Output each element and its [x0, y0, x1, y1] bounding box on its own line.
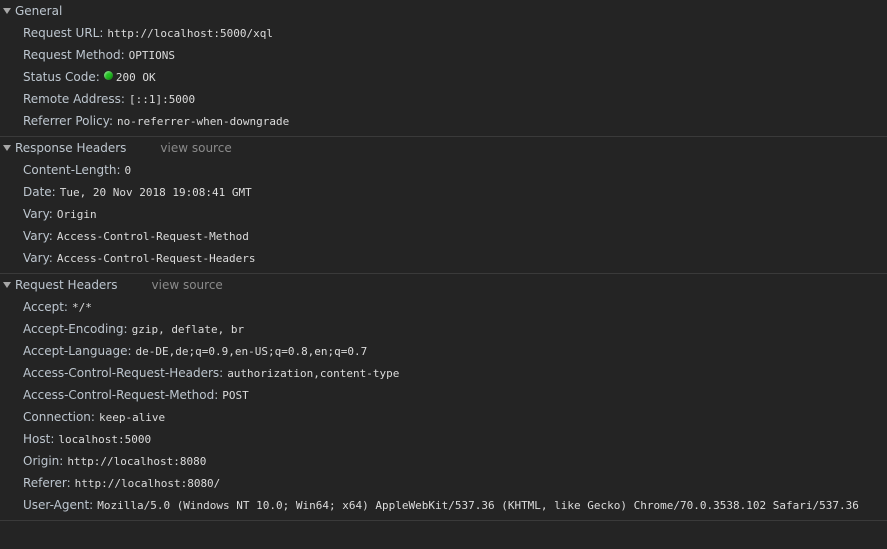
general-row: Request URL: http://localhost:5000/xql — [0, 22, 887, 44]
header-value: http://localhost:8080/ — [74, 477, 221, 490]
header-name: Access-Control-Request-Method: — [23, 388, 219, 402]
header-value: Mozilla/5.0 (Windows NT 10.0; Win64; x64… — [97, 499, 859, 512]
response-header-row: Vary: Access-Control-Request-Headers — [0, 247, 887, 269]
header-name: Request URL: — [23, 26, 104, 40]
header-value: http://localhost:8080 — [67, 455, 207, 468]
header-name: Vary: — [23, 251, 53, 265]
header-value: Origin — [56, 208, 97, 221]
response-headers-title: Response Headers — [15, 141, 127, 155]
request-header-row: Access-Control-Request-Headers: authoriza… — [0, 362, 887, 384]
header-value: 0 — [124, 164, 132, 177]
view-source-link[interactable]: view source — [152, 278, 223, 292]
request-header-row: Connection: keep-alive — [0, 406, 887, 428]
header-name: Connection: — [23, 410, 95, 424]
header-value: 200 OK — [115, 71, 156, 84]
header-name: Date: — [23, 185, 56, 199]
request-headers-title: Request Headers — [15, 278, 118, 292]
header-value: de-DE,de;q=0.9,en-US;q=0.8,en;q=0.7 — [135, 345, 368, 358]
request-header-row: User-Agent: Mozilla/5.0 (Windows NT 10.0;… — [0, 494, 887, 516]
header-name: Vary: — [23, 229, 53, 243]
header-name: Request Method: — [23, 48, 125, 62]
response-headers-section-header[interactable]: Response Headers view source — [0, 137, 887, 159]
header-value: Access-Control-Request-Headers — [56, 252, 256, 265]
general-row: Request Method: OPTIONS — [0, 44, 887, 66]
header-name: Accept-Language: — [23, 344, 132, 358]
header-name: Vary: — [23, 207, 53, 221]
header-name: Remote Address: — [23, 92, 125, 106]
header-name: Status Code: — [23, 70, 100, 84]
request-header-row: Accept: */* — [0, 296, 887, 318]
request-header-row: Access-Control-Request-Method: POST — [0, 384, 887, 406]
header-name: Accept-Encoding: — [23, 322, 128, 336]
header-value: localhost:5000 — [58, 433, 152, 446]
header-value: keep-alive — [98, 411, 166, 424]
expand-triangle-icon — [3, 7, 11, 14]
general-row: Status Code: 200 OK — [0, 66, 887, 88]
request-header-row: Origin: http://localhost:8080 — [0, 450, 887, 472]
header-value: */* — [71, 301, 92, 314]
response-header-row: Date: Tue, 20 Nov 2018 19:08:41 GMT — [0, 181, 887, 203]
header-value: Access-Control-Request-Method — [56, 230, 249, 243]
request-header-row: Referer: http://localhost:8080/ — [0, 472, 887, 494]
header-name: Content-Length: — [23, 163, 121, 177]
header-value: authorization,content-type — [227, 367, 400, 380]
header-name: Host: — [23, 432, 55, 446]
response-header-row: Vary: Access-Control-Request-Method — [0, 225, 887, 247]
general-section-title: General — [15, 4, 63, 18]
response-headers-section: Response Headers view source Content-Leng… — [0, 137, 887, 274]
header-value: Tue, 20 Nov 2018 19:08:41 GMT — [59, 186, 252, 199]
expand-triangle-icon — [3, 281, 11, 288]
header-value: OPTIONS — [128, 49, 175, 62]
status-ok-icon — [103, 71, 113, 80]
header-name: Origin: — [23, 454, 64, 468]
header-name: Access-Control-Request-Headers: — [23, 366, 224, 380]
view-source-link[interactable]: view source — [160, 141, 231, 155]
header-value: no-referrer-when-downgrade — [117, 115, 290, 128]
header-value: http://localhost:5000/xql — [107, 27, 273, 40]
general-section: General Request URL: http://localhost:500… — [0, 0, 887, 137]
response-header-row: Content-Length: 0 — [0, 159, 887, 181]
header-value: POST — [222, 389, 249, 402]
header-value: gzip, deflate, br — [131, 323, 245, 336]
header-name: Referer: — [23, 476, 71, 490]
expand-triangle-icon — [3, 144, 11, 151]
header-name: User-Agent: — [23, 498, 94, 512]
request-headers-section: Request Headers view source Accept: */* Ac… — [0, 274, 887, 521]
request-header-row: Accept-Language: de-DE,de;q=0.9,en-US;q=0… — [0, 340, 887, 362]
request-headers-section-header[interactable]: Request Headers view source — [0, 274, 887, 296]
response-header-row: Vary: Origin — [0, 203, 887, 225]
general-row: Referrer Policy: no-referrer-when-downgra… — [0, 110, 887, 132]
general-row: Remote Address: [::1]:5000 — [0, 88, 887, 110]
general-section-header[interactable]: General — [0, 0, 887, 22]
header-value: [::1]:5000 — [128, 93, 196, 106]
header-name: Referrer Policy: — [23, 114, 113, 128]
header-name: Accept: — [23, 300, 68, 314]
request-header-row: Host: localhost:5000 — [0, 428, 887, 450]
request-header-row: Accept-Encoding: gzip, deflate, br — [0, 318, 887, 340]
